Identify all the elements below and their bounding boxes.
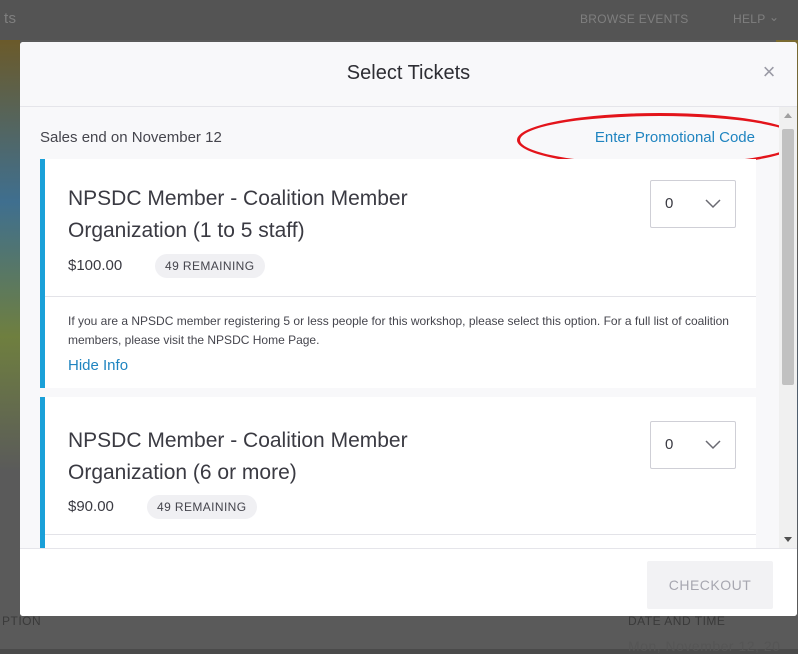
modal-body[interactable]: Sales end on November 12 Enter Promotion… [20, 107, 797, 548]
remaining-badge: 49 REMAINING [155, 254, 265, 278]
chevron-down-icon [705, 199, 721, 209]
background-image-left [0, 40, 20, 580]
ticket-name: NPSDC Member - Coalition Member Organiza… [68, 429, 408, 484]
hide-info-link[interactable]: Hide Info [68, 357, 128, 374]
close-icon[interactable]: × [757, 60, 781, 84]
modal-footer: CHECKOUT [20, 548, 797, 616]
ticket-price: $90.00 [68, 498, 114, 515]
quantity-select[interactable]: 0 [650, 421, 736, 469]
ticket-card: NPSDC Member - Coalition Member Organiza… [40, 397, 756, 548]
quantity-select[interactable]: 0 [650, 180, 736, 228]
scrollbar[interactable] [779, 107, 797, 548]
quantity-value: 0 [665, 195, 674, 212]
background-date-label: DATE AND TIME [628, 614, 726, 628]
ticket-info-text: If you are a NPSDC member registering 5 … [68, 314, 729, 347]
browse-events-link[interactable]: BROWSE EVENTS [580, 12, 689, 26]
modal-title: Select Tickets [346, 62, 471, 84]
chevron-down-icon [705, 440, 721, 450]
scrollbar-thumb[interactable] [782, 129, 794, 385]
checkout-button[interactable]: CHECKOUT [647, 561, 773, 609]
select-tickets-modal: Select Tickets × Sales end on November 1… [20, 42, 797, 616]
background-nav: ts BROWSE EVENTS HELP ⌄ [0, 0, 798, 40]
modal-header: Select Tickets × [20, 42, 797, 107]
help-menu[interactable]: HELP [733, 12, 766, 26]
chevron-down-icon: ⌄ [769, 10, 780, 24]
background-date-value: Mon, November 12, 20 [628, 638, 781, 654]
background-section-label: PTION [2, 614, 42, 628]
scroll-up-icon[interactable] [784, 113, 792, 118]
ticket-divider [45, 296, 756, 297]
ticket-price: $100.00 [68, 257, 123, 274]
ticket-card: NPSDC Member - Coalition Member Organiza… [40, 159, 756, 388]
quantity-value: 0 [665, 436, 674, 453]
remaining-badge: 49 REMAINING [147, 495, 257, 519]
scroll-down-icon[interactable] [784, 537, 792, 542]
sales-end-text: Sales end on November 12 [40, 129, 222, 146]
ticket-name: NPSDC Member - Coalition Member Organiza… [68, 187, 408, 242]
promo-code-link[interactable]: Enter Promotional Code [595, 129, 755, 146]
ticket-divider [45, 534, 756, 535]
background-nav-title: ts [4, 10, 17, 27]
